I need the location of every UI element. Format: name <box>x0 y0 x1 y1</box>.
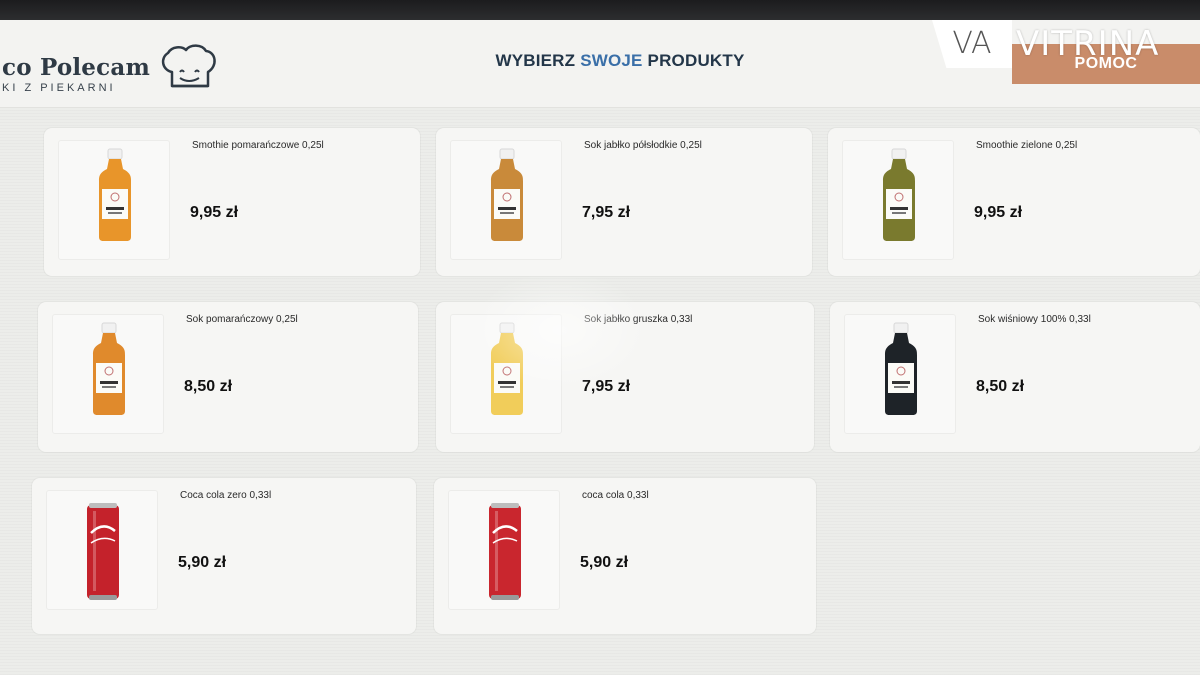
page-title-part2: PRODUKTY <box>647 51 745 70</box>
product-card[interactable]: coca cola 0,33l 5,90 zł <box>434 478 816 634</box>
kiosk-screen: co Polecam KI Z PIEKARNI WYBIERZ SWOJE P… <box>0 20 1200 675</box>
watermark-text: VITRINA <box>1016 24 1160 64</box>
product-card[interactable]: Sok wiśniowy 100% 0,33l 8,50 zł <box>830 302 1200 452</box>
product-price: 5,90 zł <box>580 554 629 571</box>
page-title-part1: WYBIERZ <box>495 51 576 70</box>
product-card[interactable]: Coca cola zero 0,33l 5,90 zł <box>32 478 416 634</box>
page-title-accent: SWOJE <box>580 51 643 70</box>
soda-can-icon <box>489 503 521 600</box>
product-name: Sok wiśniowy 100% 0,33l <box>978 314 1091 325</box>
product-image <box>448 490 560 610</box>
product-name: Smoothie zielone 0,25l <box>976 140 1078 151</box>
product-image <box>450 140 562 260</box>
watermark-logo: VA <box>932 20 1012 68</box>
product-image <box>46 490 158 610</box>
brand-name: co Polecam <box>2 54 150 81</box>
chef-hat-icon <box>161 44 216 88</box>
product-name: Sok pomarańczowy 0,25l <box>186 314 298 325</box>
soda-can-icon <box>87 503 119 600</box>
product-image <box>844 314 956 434</box>
product-card[interactable]: Smothie pomarańczowe 0,25l 9,95 zł <box>44 128 420 276</box>
product-price: 9,95 zł <box>190 204 239 221</box>
product-price: 8,50 zł <box>184 378 233 395</box>
brand-tagline: KI Z PIEKARNI <box>2 82 116 94</box>
product-price: 5,90 zł <box>178 554 227 571</box>
product-name: coca cola 0,33l <box>582 490 649 501</box>
product-name: Sok jabłko półsłodkie 0,25l <box>584 140 702 151</box>
screen-bezel <box>0 0 1200 22</box>
product-image <box>58 140 170 260</box>
product-image <box>52 314 164 434</box>
page-title: WYBIERZ SWOJE PRODUKTY <box>480 51 760 71</box>
juice-bottle-icon <box>491 322 523 415</box>
product-image <box>842 140 954 260</box>
juice-bottle-icon <box>883 148 915 241</box>
product-name: Coca cola zero 0,33l <box>180 490 272 501</box>
product-card[interactable]: Sok jabłko gruszka 0,33l 7,95 zł <box>436 302 814 452</box>
product-price: 9,95 zł <box>974 204 1023 221</box>
product-card[interactable]: Smoothie zielone 0,25l 9,95 zł <box>828 128 1200 276</box>
product-price: 8,50 zł <box>976 378 1025 395</box>
juice-bottle-icon <box>93 322 125 415</box>
juice-bottle-icon <box>99 148 131 241</box>
product-price: 7,95 zł <box>582 204 631 221</box>
product-name: Sok jabłko gruszka 0,33l <box>584 314 693 325</box>
product-name: Smothie pomarańczowe 0,25l <box>192 140 324 151</box>
product-image <box>450 314 562 434</box>
product-price: 7,95 zł <box>582 378 631 395</box>
product-card[interactable]: Sok jabłko półsłodkie 0,25l 7,95 zł <box>436 128 812 276</box>
product-card[interactable]: Sok pomarańczowy 0,25l 8,50 zł <box>38 302 418 452</box>
juice-bottle-icon <box>491 148 523 241</box>
juice-bottle-icon <box>885 322 917 415</box>
watermark: VA VITRINA <box>932 20 1200 68</box>
